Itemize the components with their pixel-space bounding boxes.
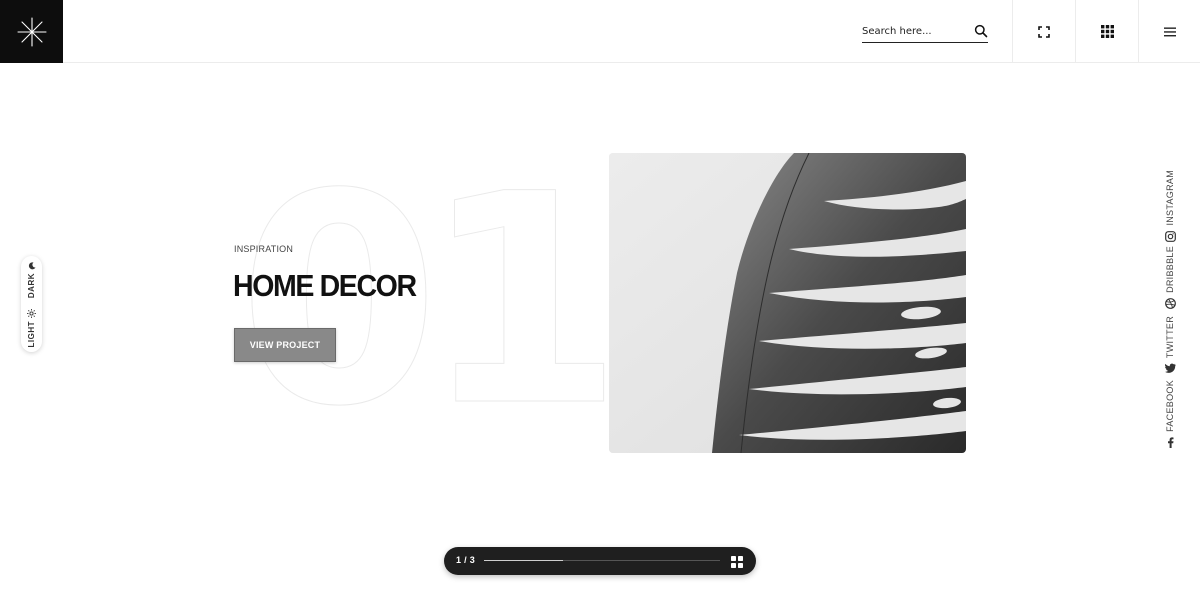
logo[interactable]: [0, 0, 63, 63]
monstera-leaf-image: [609, 153, 966, 453]
facebook-label: FACEBOOK: [1165, 380, 1175, 432]
moon-icon: [28, 262, 35, 270]
slide-category: INSPIRATION: [234, 244, 294, 254]
slider-progress-track[interactable]: [484, 560, 720, 561]
slider-control: 1 / 3: [444, 547, 756, 575]
slide-counter: 1 / 3: [456, 555, 476, 565]
apps-grid-button[interactable]: [1075, 0, 1138, 63]
view-project-button[interactable]: VIEW PROJECT: [234, 328, 336, 362]
twitter-icon: [1164, 363, 1176, 373]
sun-icon: [27, 308, 36, 318]
search-box: [862, 20, 988, 43]
search-input[interactable]: [862, 20, 962, 42]
light-label: LIGHT: [27, 320, 36, 348]
fullscreen-icon: [1038, 25, 1050, 38]
instagram-label: INSTAGRAM: [1165, 170, 1175, 226]
theme-switch: DARK LIGHT: [21, 256, 42, 352]
dark-label: DARK: [27, 272, 36, 299]
dribbble-label: DRIBBBLE: [1165, 246, 1175, 293]
social-facebook[interactable]: FACEBOOK: [1160, 380, 1180, 448]
search-icon: [974, 24, 988, 38]
grid-view-icon: [731, 556, 743, 568]
menu-button[interactable]: [1138, 0, 1200, 63]
social-twitter[interactable]: TWITTER: [1160, 316, 1180, 373]
social-dribbble[interactable]: DRIBBBLE: [1160, 246, 1180, 309]
social-instagram[interactable]: INSTAGRAM: [1160, 170, 1180, 242]
fullscreen-button[interactable]: [1012, 0, 1075, 63]
light-mode-toggle[interactable]: LIGHT: [21, 304, 42, 352]
facebook-icon: [1167, 437, 1173, 448]
search-button[interactable]: [974, 24, 988, 38]
slide-title: HOME DECOR: [233, 268, 417, 303]
slide-image[interactable]: [609, 153, 966, 453]
dark-mode-toggle[interactable]: DARK: [21, 256, 42, 304]
menu-icon: [1164, 27, 1176, 36]
apps-grid-icon: [1100, 25, 1114, 38]
dribbble-icon: [1164, 298, 1176, 309]
slider-progress-fill: [484, 560, 563, 561]
header: [0, 0, 1200, 63]
grid-view-button[interactable]: [731, 555, 743, 568]
social-links: INSTAGRAM DRIBBBLE TWITTER FACEBOOK: [1160, 170, 1180, 448]
asterisk-logo-icon: [16, 16, 47, 47]
view-project-label: VIEW PROJECT: [249, 340, 321, 350]
instagram-icon: [1164, 230, 1176, 242]
twitter-label: TWITTER: [1165, 316, 1175, 359]
